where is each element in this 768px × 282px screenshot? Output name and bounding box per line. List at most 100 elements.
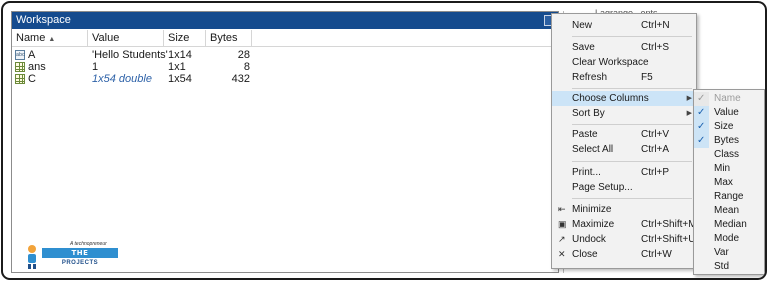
menu-item-shortcut: Ctrl+Shift+M: [641, 219, 697, 230]
column-header-value[interactable]: Value: [88, 30, 164, 47]
submenu-item-range[interactable]: Range: [694, 190, 764, 204]
menu-separator: [572, 36, 692, 37]
workspace-title-bar: Workspace: [12, 12, 558, 29]
submenu-item-bytes[interactable]: ✓ Bytes: [694, 134, 764, 148]
sort-ascending-icon: ▲: [48, 36, 56, 43]
matrix-icon: [15, 62, 25, 72]
submenu-item-mode[interactable]: Mode: [694, 232, 764, 246]
menu-separator: [572, 88, 692, 89]
submenu-item-var[interactable]: Var: [694, 246, 764, 260]
submenu-item-label: Range: [714, 191, 744, 202]
menu-item-paste[interactable]: Paste Ctrl+V: [552, 127, 696, 142]
menu-item-label: New: [572, 20, 593, 31]
variable-size: 1x14: [168, 49, 192, 61]
menu-separator: [572, 124, 692, 125]
menu-item-refresh[interactable]: Refresh F5: [552, 70, 696, 85]
menu-item-shortcut: Ctrl+S: [641, 42, 670, 53]
columns-submenu: ✓ Name ✓ Value ✓ Size ✓ Bytes Class Min …: [693, 89, 765, 275]
menu-item-clear-workspace[interactable]: Clear Workspace: [552, 55, 696, 70]
table-row[interactable]: abc A 'Hello Students' 1x14 28: [12, 49, 558, 61]
submenu-item-value[interactable]: ✓ Value: [694, 106, 764, 120]
submenu-item-label: Mean: [714, 205, 740, 216]
submenu-item-size[interactable]: ✓ Size: [694, 120, 764, 134]
column-header-bytes[interactable]: Bytes: [206, 30, 252, 47]
variable-name: ans: [28, 61, 46, 73]
screenshot-frame: Workspace Name ▲ Value Size Bytes abc A '…: [1, 1, 767, 280]
variable-value: 'Hello Students': [92, 49, 168, 61]
menu-item-select-all[interactable]: Select All Ctrl+A: [552, 142, 696, 157]
variable-bytes: 28: [237, 49, 250, 61]
variable-name: C: [28, 73, 36, 85]
column-header-size[interactable]: Size: [164, 30, 206, 47]
maximize-icon: ▣: [558, 219, 567, 229]
variable-name: A: [28, 49, 36, 61]
column-header-value-label: Value: [92, 32, 120, 44]
submenu-item-label: Size: [714, 121, 734, 132]
menu-item-new[interactable]: New Ctrl+N: [552, 18, 696, 33]
submenu-item-name: ✓ Name: [694, 92, 764, 106]
submenu-item-label: Name: [714, 93, 741, 104]
menu-item-label: Close: [572, 249, 598, 260]
table-row[interactable]: ans 1 1x1 8: [12, 61, 558, 73]
submenu-item-mean[interactable]: Mean: [694, 204, 764, 218]
checkmark-icon: ✓: [694, 92, 709, 106]
column-header: Name ▲ Value Size Bytes: [12, 30, 558, 47]
submenu-item-label: Mode: [714, 233, 740, 244]
menu-item-label: Clear Workspace: [572, 57, 649, 68]
menu-item-label: Save: [572, 42, 595, 53]
logo-subtitle: PROJECTS: [61, 260, 99, 266]
menu-item-maximize[interactable]: ▣ Maximize Ctrl+Shift+M: [552, 217, 697, 232]
menu-item-page-setup[interactable]: Page Setup...: [552, 180, 696, 195]
submenu-item-median[interactable]: Median: [694, 218, 764, 232]
menu-item-label: Print...: [572, 167, 601, 178]
variable-bytes: 432: [231, 73, 250, 85]
menu-item-shortcut: Ctrl+V: [641, 129, 670, 140]
close-icon: ✕: [558, 249, 566, 259]
menu-item-label: Select All: [572, 144, 614, 155]
menu-item-close[interactable]: ✕ Close Ctrl+W: [552, 247, 696, 262]
submenu-item-label: Max: [714, 177, 733, 188]
menu-item-shortcut: Ctrl+A: [641, 144, 670, 155]
submenu-item-max[interactable]: Max: [694, 176, 764, 190]
menu-item-shortcut: Ctrl+Shift+U: [641, 234, 696, 245]
column-header-bytes-label: Bytes: [210, 32, 238, 44]
submenu-item-min[interactable]: Min: [694, 162, 764, 176]
submenu-item-label: Min: [714, 163, 731, 174]
menu-item-save[interactable]: Save Ctrl+S: [552, 40, 696, 55]
checkmark-icon: ✓: [694, 106, 709, 120]
checkmark-icon: ✓: [694, 134, 709, 148]
workspace-title: Workspace: [16, 14, 71, 26]
undock-icon: ↗: [558, 234, 566, 244]
menu-item-choose-columns[interactable]: Choose Columns ▶: [552, 91, 696, 106]
submenu-item-class[interactable]: Class: [694, 148, 764, 162]
column-header-size-label: Size: [168, 32, 190, 44]
menu-item-label: Refresh: [572, 72, 608, 83]
menu-item-label: Choose Columns: [572, 93, 649, 104]
workspace-panel: Workspace Name ▲ Value Size Bytes abc A '…: [11, 11, 559, 273]
menu-separator: [572, 161, 692, 162]
column-header-name-label: Name: [16, 32, 46, 44]
menu-item-sort-by[interactable]: Sort By ▶: [552, 106, 696, 121]
variable-bytes: 8: [243, 61, 250, 73]
menu-item-label: Maximize: [572, 219, 615, 230]
variable-value: 1: [92, 61, 99, 73]
menu-item-undock[interactable]: ↗ Undock Ctrl+Shift+U: [552, 232, 696, 247]
table-row[interactable]: C 1x54 double 1x54 432: [12, 73, 558, 85]
variable-value: 1x54 double: [92, 73, 152, 85]
menu-item-shortcut: Ctrl+N: [641, 20, 670, 31]
watermark-logo: A technopreneur THE ENGINEERING PROJECTS: [24, 240, 134, 274]
matrix-icon: [15, 74, 25, 84]
menu-item-label: Minimize: [572, 204, 612, 215]
variable-size: 1x1: [168, 61, 186, 73]
submenu-item-label: Value: [714, 107, 739, 118]
minimize-icon: ⇤: [558, 204, 566, 214]
submenu-item-std[interactable]: Std: [694, 260, 764, 274]
submenu-item-label: Std: [714, 261, 730, 272]
menu-item-minimize[interactable]: ⇤ Minimize: [552, 202, 696, 217]
menu-item-shortcut: F5: [641, 72, 653, 83]
column-header-name[interactable]: Name ▲: [12, 30, 88, 47]
menu-item-print[interactable]: Print... Ctrl+P: [552, 165, 696, 180]
context-menu: New Ctrl+N Save Ctrl+S Clear Workspace R…: [551, 13, 697, 269]
robot-icon: [28, 245, 36, 269]
submenu-item-label: Var: [714, 247, 729, 258]
